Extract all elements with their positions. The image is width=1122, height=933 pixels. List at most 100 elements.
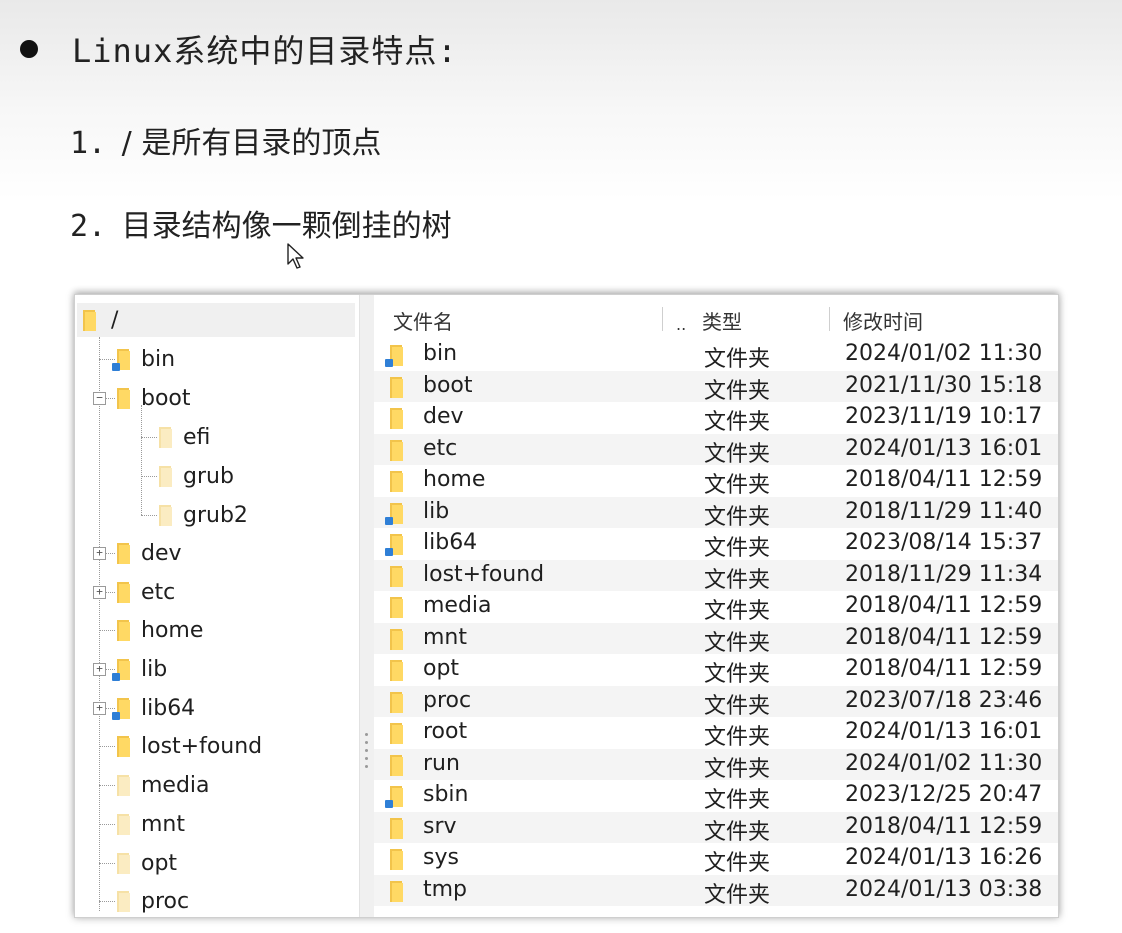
folder-icon: [112, 657, 131, 681]
tree-item-lost-found[interactable]: lost+found: [115, 729, 262, 763]
file-row[interactable]: opt 文件夹 2018/04/11 12:59: [374, 654, 1058, 687]
folder-icon: [388, 658, 404, 682]
file-row[interactable]: root 文件夹 2024/01/13 16:01: [374, 717, 1058, 750]
point-text: / 是所有目录的顶点: [121, 126, 382, 161]
folder-icon: [112, 696, 131, 720]
tree-guide-line: [99, 359, 115, 360]
tree-item-home[interactable]: home: [115, 613, 203, 647]
file-modified: 2021/11/30 15:18: [845, 372, 1043, 398]
file-row[interactable]: boot 文件夹 2021/11/30 15:18: [374, 370, 1058, 404]
tree-item-label: boot: [141, 385, 191, 411]
tree-item-boot[interactable]: boot: [115, 381, 191, 415]
symlink-arrow-icon: [112, 363, 120, 371]
tree-item-label: grub2: [183, 502, 248, 528]
tree-item-etc[interactable]: etc: [115, 575, 175, 609]
expand-toggle-icon[interactable]: +: [93, 547, 106, 560]
file-row[interactable]: lib 文件夹 2018/11/29 11:40: [374, 496, 1058, 530]
file-name: srv: [423, 813, 457, 839]
folder-icon: [388, 690, 404, 714]
tree-guide-line: [99, 785, 115, 786]
file-row[interactable]: etc 文件夹 2024/01/13 16:01: [374, 433, 1058, 467]
symlink-arrow-icon: [385, 548, 393, 556]
file-name: media: [423, 593, 492, 618]
file-row[interactable]: mnt 文件夹 2018/04/11 12:59: [374, 622, 1058, 656]
column-header-type[interactable]: 类型: [702, 303, 742, 337]
file-row[interactable]: lib64 文件夹 2023/08/14 15:37: [374, 528, 1058, 561]
folder-icon: [388, 721, 404, 745]
file-name: sbin: [423, 782, 469, 807]
file-row[interactable]: lost+found 文件夹 2018/11/29 11:34: [374, 559, 1058, 593]
tree-item-mnt[interactable]: mnt: [115, 807, 185, 841]
mouse-cursor-icon: [287, 243, 304, 269]
file-row[interactable]: bin 文件夹 2024/01/02 11:30: [374, 339, 1058, 372]
file-type: 文件夹: [704, 567, 771, 593]
folder-icon: [388, 847, 404, 871]
file-row[interactable]: dev 文件夹 2023/11/19 10:17: [374, 402, 1058, 435]
tree-item-lib64[interactable]: lib64: [112, 691, 196, 725]
tree-item-label: grub: [183, 463, 234, 489]
tree-guide-line: [141, 405, 142, 515]
collapse-toggle-icon[interactable]: −: [93, 392, 106, 405]
file-row[interactable]: proc 文件夹 2023/07/18 23:46: [374, 685, 1058, 719]
tree-item-label: mnt: [141, 811, 185, 837]
point-number: 1.: [70, 126, 107, 161]
file-modified: 2024/01/13 16:26: [845, 845, 1043, 870]
tree-item-efi[interactable]: efi: [157, 420, 210, 454]
tree-item-label: /: [111, 307, 119, 333]
file-type: 文件夹: [704, 851, 771, 876]
column-sort-indicator: ..: [676, 314, 687, 334]
file-modified: 2023/11/19 10:17: [845, 404, 1043, 429]
tree-item-root[interactable]: /: [81, 303, 118, 337]
tree-item-bin[interactable]: bin: [112, 342, 175, 376]
heading-text: Linux系统中的目录特点:: [72, 32, 458, 70]
tree-item-opt[interactable]: opt: [115, 846, 177, 880]
column-separator[interactable]: [829, 307, 830, 331]
folder-icon: [115, 580, 131, 604]
file-modified: 2018/04/11 12:59: [845, 467, 1043, 492]
folder-icon: [388, 595, 404, 619]
file-type: 文件夹: [704, 819, 771, 845]
folder-icon: [388, 627, 404, 651]
expand-toggle-icon[interactable]: +: [93, 702, 106, 715]
file-modified: 2018/11/29 11:34: [845, 561, 1043, 587]
file-name: sys: [423, 845, 459, 870]
tree-root-selected[interactable]: [77, 303, 355, 337]
tree-item-label: etc: [141, 579, 176, 605]
file-type: 文件夹: [704, 410, 771, 435]
folder-icon: [81, 308, 97, 332]
file-list-pane[interactable]: 文件名 .. 类型 修改时间 bin 文件夹 2024/01/02 11:30 boo…: [374, 295, 1058, 917]
file-row[interactable]: srv 文件夹 2018/04/11 12:59: [374, 811, 1058, 845]
file-row[interactable]: tmp 文件夹 2024/01/13 03:38: [374, 874, 1058, 908]
pane-splitter[interactable]: [359, 295, 375, 917]
tree-item-lib[interactable]: lib: [112, 652, 167, 686]
file-row[interactable]: media 文件夹 2018/04/11 12:59: [374, 591, 1058, 624]
column-header-modified[interactable]: 修改时间: [843, 303, 923, 337]
expand-toggle-icon[interactable]: +: [93, 586, 106, 599]
file-row[interactable]: run 文件夹 2024/01/02 11:30: [374, 748, 1058, 782]
tree-item-proc[interactable]: proc: [115, 884, 189, 917]
column-separator[interactable]: [662, 307, 663, 331]
tree-item-grub2[interactable]: grub2: [157, 498, 248, 532]
file-modified: 2024/01/02 11:30: [845, 341, 1043, 366]
folder-icon: [388, 406, 404, 430]
tree-item-grub[interactable]: grub: [157, 459, 234, 493]
tree-item-label: media: [141, 772, 210, 798]
folder-icon: [115, 618, 131, 642]
tree-item-dev[interactable]: dev: [115, 536, 182, 570]
expand-toggle-icon[interactable]: +: [93, 663, 106, 676]
file-name: lib: [423, 498, 450, 524]
file-row[interactable]: home 文件夹 2018/04/11 12:59: [374, 465, 1058, 498]
folder-icon: [385, 501, 404, 525]
tree-guide-line: [141, 476, 157, 477]
file-row[interactable]: sbin 文件夹 2023/12/25 20:47: [374, 780, 1058, 813]
column-header-name[interactable]: 文件名: [393, 303, 453, 337]
file-type: 文件夹: [704, 504, 771, 530]
point-1: 1. / 是所有目录的顶点: [70, 118, 381, 162]
directory-tree-pane[interactable]: / bin − boot efi grub grub2 + dev + etc home + lib + l…: [75, 295, 359, 917]
file-row[interactable]: sys 文件夹 2024/01/13 16:26: [374, 843, 1058, 876]
tree-item-media[interactable]: media: [115, 768, 210, 802]
tree-item-label: lib64: [141, 695, 196, 721]
folder-icon: [157, 503, 173, 527]
file-name: dev: [423, 404, 464, 429]
folder-icon: [388, 375, 404, 399]
